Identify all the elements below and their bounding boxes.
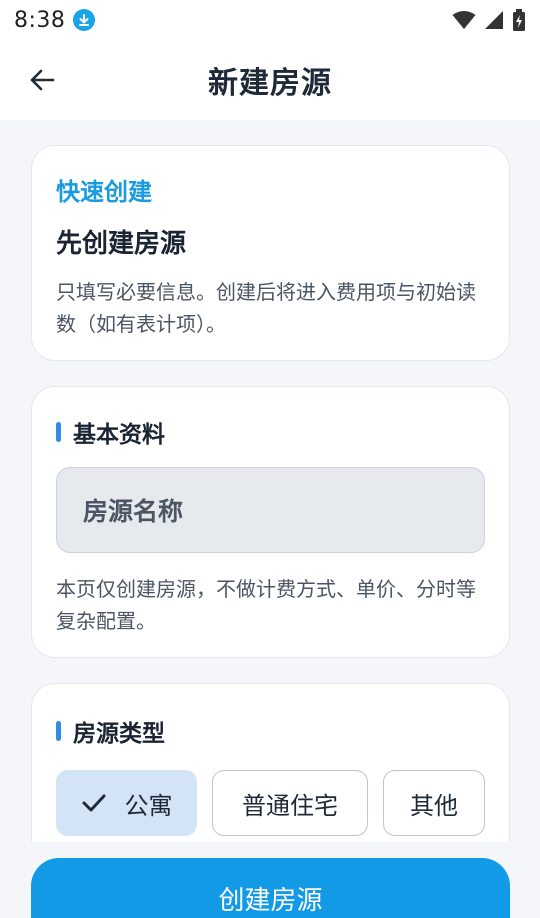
intro-title: 先创建房源 [56, 229, 187, 259]
status-bar: 8:38 [0, 0, 540, 40]
basic-note: 本页仅创建房源，不做计费方式、单价、分时等复杂配置。 [56, 577, 476, 633]
type-section-header: 房源类型 [56, 714, 485, 748]
type-option-other[interactable]: 其他 [383, 770, 485, 836]
type-options: 公寓 普通住宅 其他 [56, 770, 485, 836]
cell-signal-icon [485, 11, 503, 29]
create-property-button[interactable]: 创建房源 [31, 858, 510, 918]
intro-description: 只填写必要信息。创建后将进入费用项与初始读数（如有表计项）。 [56, 280, 476, 336]
type-option-label: 普通住宅 [242, 791, 338, 820]
download-icon [73, 9, 96, 31]
status-time: 8:38 [14, 7, 66, 33]
type-option-apartment[interactable]: 公寓 [56, 770, 197, 836]
back-button[interactable] [22, 60, 62, 100]
section-accent-bar [56, 721, 61, 741]
page-title: 新建房源 [208, 66, 332, 101]
arrow-left-icon [30, 69, 55, 91]
check-icon [81, 792, 107, 814]
intro-card: 快速创建 先创建房源 只填写必要信息。创建后将进入费用项与初始读数（如有表计项）… [31, 145, 510, 361]
section-accent-bar [56, 422, 61, 442]
type-option-residence[interactable]: 普通住宅 [212, 770, 368, 836]
basic-section-header: 基本资料 [56, 415, 485, 449]
screen: 8:38 新建房源 快速创建 先创建房源 只填写必要信息。创建后将进入费用项与初… [0, 0, 540, 918]
wifi-icon [452, 11, 476, 29]
battery-icon [513, 9, 525, 31]
basic-section-title: 基本资料 [73, 422, 165, 448]
type-section-title: 房源类型 [73, 721, 165, 747]
status-icons [452, 9, 526, 31]
type-option-label: 其他 [410, 791, 458, 820]
basic-info-card: 基本资料 房源名称 本页仅创建房源，不做计费方式、单价、分时等复杂配置。 [31, 386, 510, 658]
app-bar: 新建房源 [0, 40, 540, 120]
intro-tag: 快速创建 [56, 178, 152, 206]
property-name-input[interactable]: 房源名称 [56, 467, 485, 553]
type-option-label: 公寓 [124, 791, 173, 820]
